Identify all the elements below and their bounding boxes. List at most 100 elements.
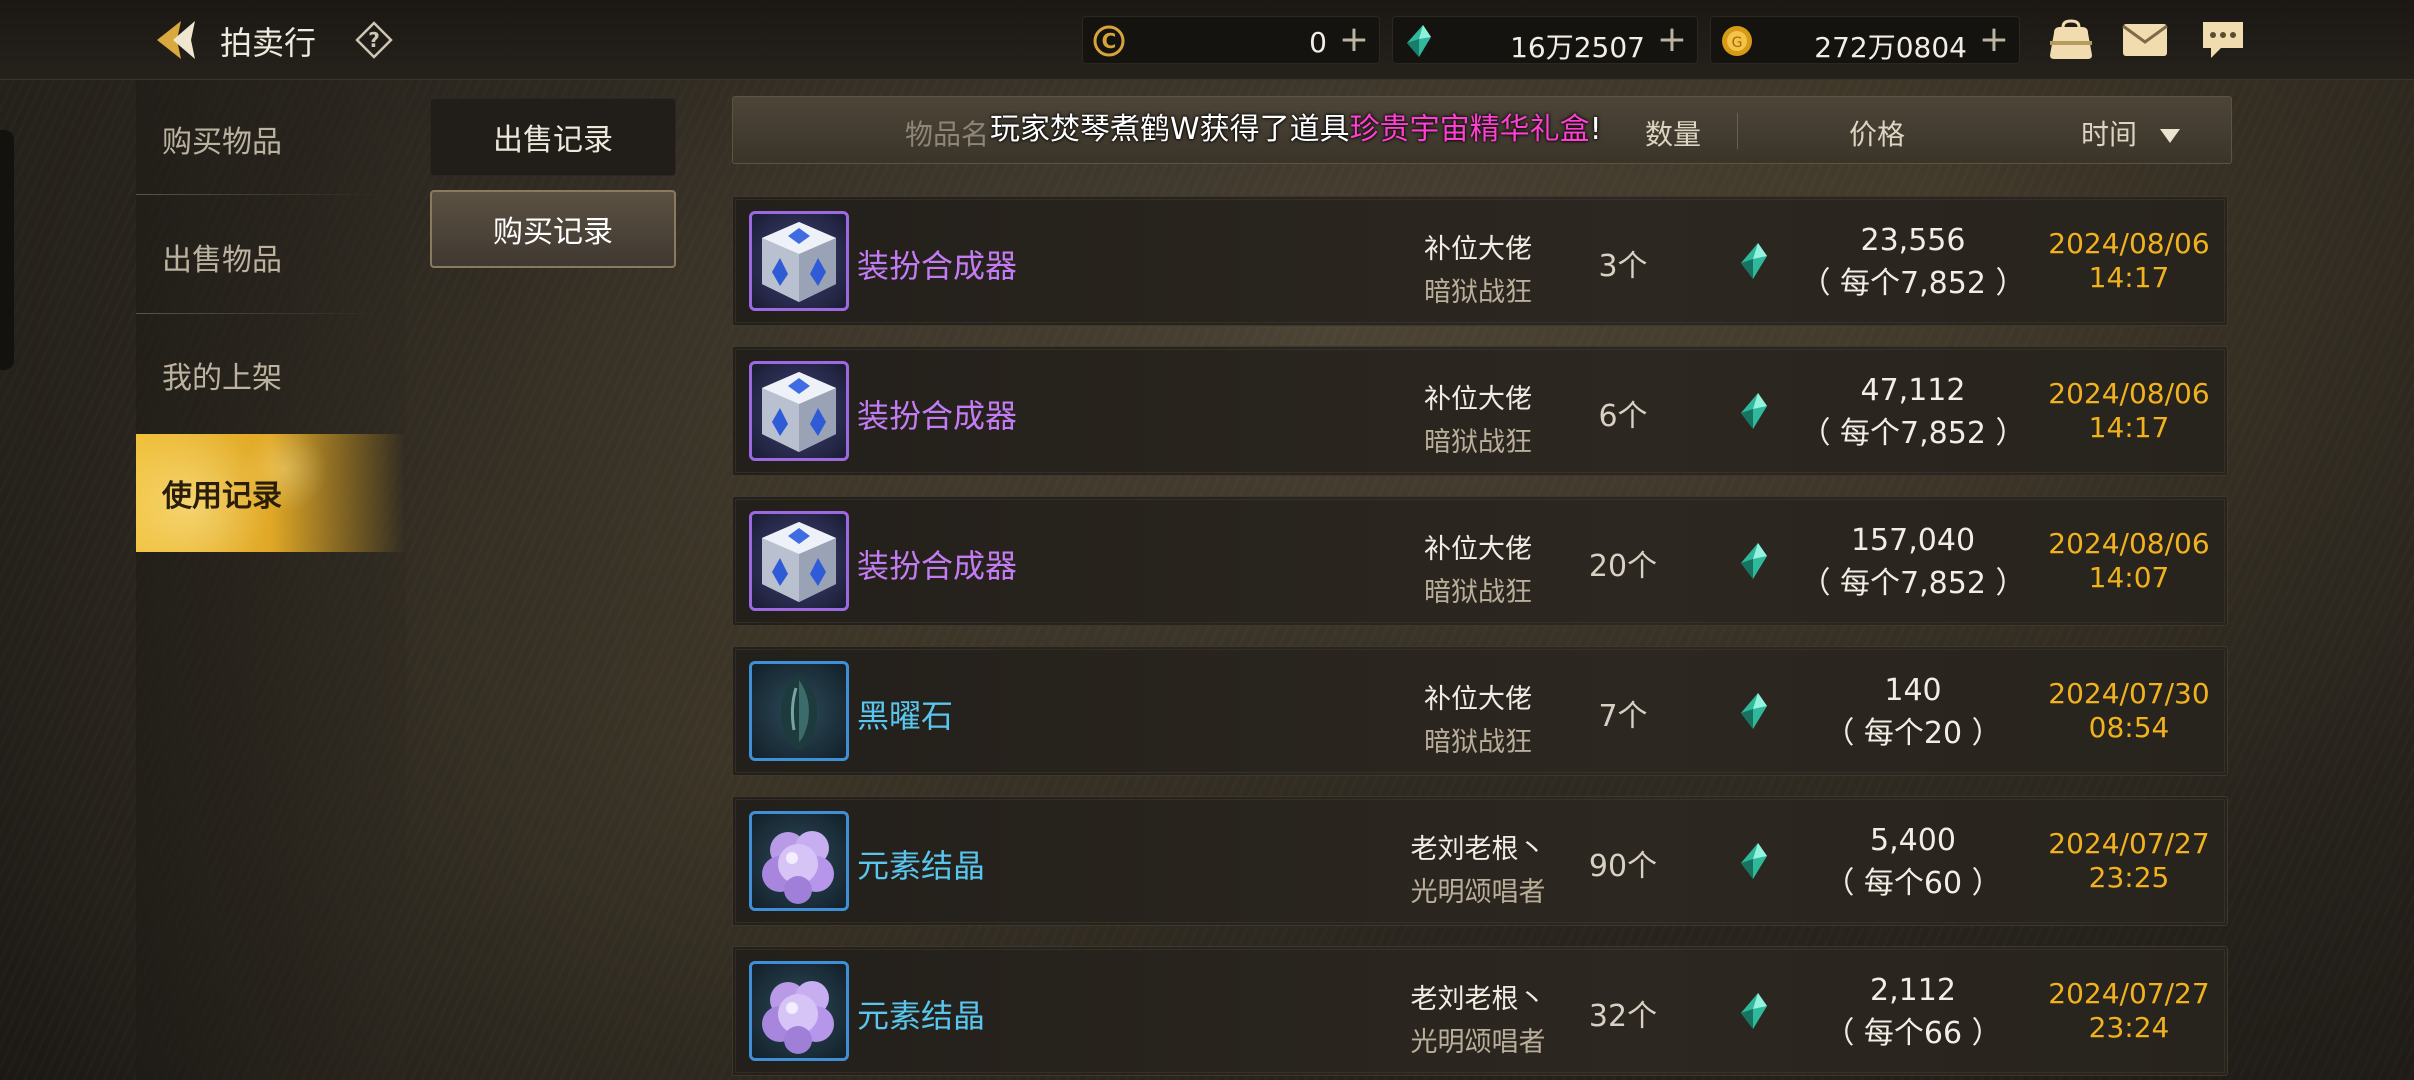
seller-info: 补位大佬 暗狱战狂 xyxy=(1393,377,1563,459)
seller-info: 老刘老根丶光明颂唱者 xyxy=(1393,827,1563,909)
sidebar-item-usage-records[interactable]: 使用记录 xyxy=(136,434,406,552)
sidebar-item-label: 使用记录 xyxy=(162,479,282,514)
green-gem-icon xyxy=(1739,691,1775,733)
add-currency-button[interactable]: + xyxy=(1339,21,1369,59)
timestamp-date: 2024/08/06 xyxy=(2048,377,2210,410)
timestamp-time: 14:17 xyxy=(2088,411,2170,444)
mail-icon xyxy=(2122,24,2168,56)
price-total: 140 xyxy=(1884,673,1942,708)
seller-name: 补位大佬 xyxy=(1424,684,1532,715)
quantity: 32个 xyxy=(1588,999,1658,1034)
quantity: 6个 xyxy=(1598,399,1648,434)
currency-gem: 16万2507 + xyxy=(1392,16,1698,64)
seller-name: 老刘老根丶 xyxy=(1410,834,1546,865)
record-row[interactable]: 装扮合成器 补位大佬暗狱战狂 3个 23,556 （ 每个7,852 ） 2024/08/… xyxy=(732,196,2228,326)
price-total: 47,112 xyxy=(1860,373,1966,408)
tab-buy-records[interactable]: 购买记录 xyxy=(430,190,676,268)
column-header-qty: 数量 xyxy=(1645,118,1702,151)
back-arrow-icon xyxy=(157,21,195,59)
green-gem-icon xyxy=(1739,991,1775,1033)
divider xyxy=(136,313,386,314)
seller-class: 光明颂唱者 xyxy=(1410,877,1546,908)
tab-sell-records[interactable]: 出售记录 xyxy=(430,98,676,176)
cube-icon xyxy=(762,372,836,452)
mail-button[interactable] xyxy=(2118,14,2172,66)
sidebar-item-label: 我的上架 xyxy=(162,361,282,396)
record-row[interactable]: 元素结晶 老刘老根丶 光明颂唱者 32个 2,112 （ 每个66 ） 2024/07/27… xyxy=(732,946,2228,1076)
sidebar-item-label: 购买物品 xyxy=(162,125,282,160)
timestamp-time: 23:25 xyxy=(2088,861,2170,894)
quantity: 90个 xyxy=(1588,849,1658,884)
price-info: 23,556 （ 每个7,852 ） xyxy=(1783,223,2043,302)
price-total: 23,556 xyxy=(1860,223,1966,258)
timestamp-time: 23:24 xyxy=(2088,1011,2170,1044)
item-icon-frame[interactable] xyxy=(749,961,849,1061)
item-icon-frame[interactable] xyxy=(749,211,849,311)
green-gem-icon xyxy=(1739,541,1775,583)
price-each: （ 每个20 ） xyxy=(1824,716,2002,751)
sidebar-item-my-listings[interactable]: 我的上架 xyxy=(136,316,406,434)
sidebar-item-sell[interactable]: 出售物品 xyxy=(136,198,406,316)
currency-value: 0 xyxy=(1309,26,1327,59)
cube-icon xyxy=(762,522,836,602)
seller-info: 补位大佬 暗狱战狂 xyxy=(1393,227,1563,309)
add-currency-button[interactable]: + xyxy=(1979,21,2009,59)
sidebar-item-label: 出售物品 xyxy=(162,243,282,278)
bag-icon xyxy=(2050,19,2092,59)
quantity: 3个 xyxy=(1598,249,1648,284)
price-info: 140 （ 每个20 ） xyxy=(1783,673,2043,752)
record-row[interactable]: 黑曜石 补位大佬 暗狱战狂 7个 140 （ 每个20 ） 2024/07/30 08:54 xyxy=(732,646,2228,776)
seller-class: 暗狱战狂 xyxy=(1424,427,1532,458)
ticker-item: 珍贵宇宙精华礼盒 xyxy=(1349,112,1590,147)
chat-button[interactable] xyxy=(2196,14,2250,66)
timestamp: 2024/08/06 14:07 xyxy=(2029,527,2229,595)
svg-text:G: G xyxy=(1732,35,1743,51)
record-row[interactable]: 装扮合成器 补位大佬 暗狱战狂 20个 157,040 （ 每个7,852 ） 2024/0… xyxy=(732,496,2228,626)
ticker-prefix: 玩家焚琴煮鹤W获得了道具 xyxy=(990,112,1350,147)
help-button[interactable]: ? xyxy=(352,18,396,62)
divider xyxy=(1737,113,1738,149)
seller-name: 补位大佬 xyxy=(1424,384,1532,415)
quantity: 7个 xyxy=(1598,699,1648,734)
item-name: 元素结晶 xyxy=(857,997,986,1035)
add-currency-button[interactable]: + xyxy=(1657,21,1687,59)
column-header-time[interactable]: 时间 xyxy=(2081,113,2182,153)
seller-info: 补位大佬 暗狱战狂 xyxy=(1393,677,1563,759)
record-row[interactable]: 元素结晶 老刘老根丶 光明颂唱者 90个 5,400 （ 每个60 ） 2024/07/27… xyxy=(732,796,2228,926)
seller-class: 暗狱战狂 xyxy=(1424,577,1532,608)
item-name: 装扮合成器 xyxy=(857,247,1018,285)
timestamp-date: 2024/08/06 xyxy=(2048,527,2210,560)
svg-text:C: C xyxy=(1102,29,1117,53)
seller-name: 补位大佬 xyxy=(1424,234,1532,265)
seller-info: 老刘老根丶光明颂唱者 xyxy=(1393,977,1563,1059)
item-icon-frame[interactable] xyxy=(749,511,849,611)
seller-name: 老刘老根丶 xyxy=(1410,984,1546,1015)
green-gem-icon xyxy=(1739,841,1775,883)
price-total: 5,400 xyxy=(1870,823,1956,858)
sidebar: 购买物品 出售物品 我的上架 使用记录 xyxy=(136,80,406,1080)
coupon-c-icon: C xyxy=(1091,23,1127,59)
currency-value: 272万0804 xyxy=(1814,31,1967,64)
green-gem-icon xyxy=(1739,241,1775,283)
seller-class: 光明颂唱者 xyxy=(1410,1027,1546,1058)
record-row[interactable]: 装扮合成器 补位大佬 暗狱战狂 6个 47,112 （ 每个7,852 ） 2024/08/… xyxy=(732,346,2228,476)
timestamp: 2024/07/27 23:25 xyxy=(2029,827,2229,895)
timestamp-date: 2024/08/06 xyxy=(2048,227,2210,260)
broadcast-ticker: 玩家焚琴煮鹤W获得了道具珍贵宇宙精华礼盒! xyxy=(990,104,1602,148)
cube-icon xyxy=(762,222,836,302)
item-icon-frame[interactable] xyxy=(749,361,849,461)
item-icon-frame[interactable] xyxy=(749,661,849,761)
item-icon-frame[interactable] xyxy=(749,811,849,911)
column-header-name: 物品名 xyxy=(905,118,990,151)
timestamp: 2024/08/06 14:17 xyxy=(2029,377,2229,445)
back-button[interactable] xyxy=(148,14,204,66)
timestamp: 2024/08/06 14:17 xyxy=(2029,227,2229,295)
gold-coin-icon: G xyxy=(1719,23,1755,59)
seller-class: 暗狱战狂 xyxy=(1424,277,1532,308)
ticker-suffix: ! xyxy=(1589,112,1602,147)
sidebar-item-buy[interactable]: 购买物品 xyxy=(136,80,406,198)
bag-button[interactable] xyxy=(2044,14,2098,66)
top-bar: 拍卖行 ? C 0 + 16万2507 + G 272万0804 + xyxy=(0,0,2414,80)
divider xyxy=(136,194,386,195)
price-each: （ 每个66 ） xyxy=(1824,1016,2002,1051)
